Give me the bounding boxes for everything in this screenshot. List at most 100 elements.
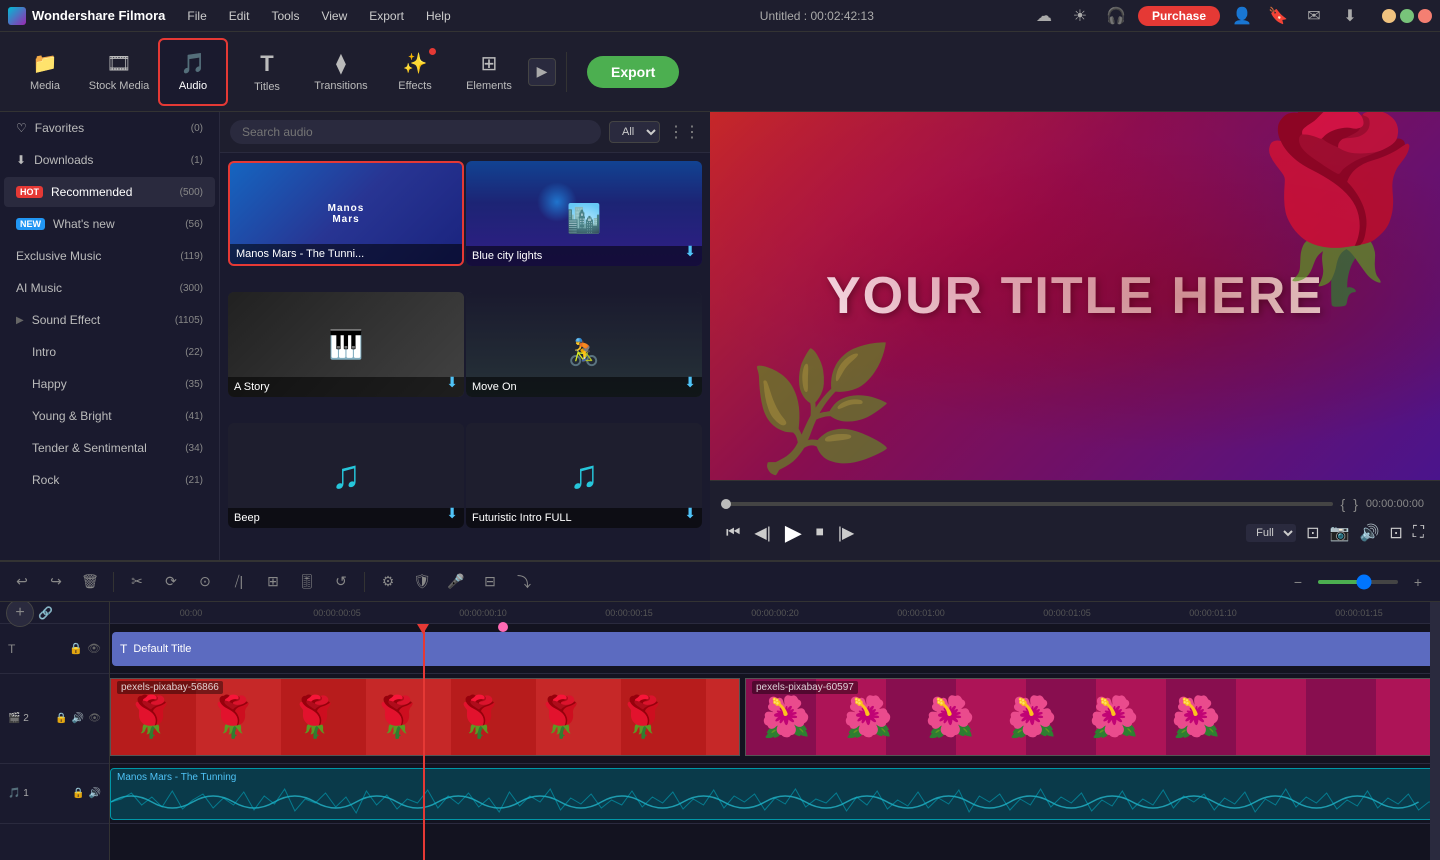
video-clip-1[interactable]: pexels-pixabay-56866 — [110, 678, 740, 756]
a1-mute[interactable]: 🔊 — [89, 788, 101, 799]
adjust-button[interactable]: ⊞ — [259, 568, 287, 596]
import-button[interactable]: ⤵ — [510, 568, 538, 596]
favorites-label: Favorites — [35, 121, 84, 135]
zoom-slider[interactable] — [1318, 580, 1398, 584]
zoom-out-button[interactable]: − — [1284, 568, 1312, 596]
futuristic-download-icon[interactable]: ⬇ — [684, 505, 696, 522]
toolbar-elements[interactable]: ⊞ Elements — [454, 38, 524, 106]
sun-icon[interactable]: ☀ — [1066, 2, 1094, 30]
toolbar-expand[interactable]: ▶ — [528, 58, 556, 86]
audio-card-move-on[interactable]: 🚴 Move On ⬇ — [466, 292, 702, 397]
filter-select[interactable]: All — [609, 121, 660, 143]
shield-button[interactable]: 🛡 — [408, 568, 436, 596]
toolbar-audio[interactable]: 🎵 Audio — [158, 38, 228, 106]
sidebar-item-youngbright[interactable]: Young & Bright (41) — [4, 401, 215, 431]
download-icon[interactable]: ⬇ — [1336, 2, 1364, 30]
frame-fwd-button[interactable]: |▶ — [838, 523, 854, 543]
video-clip-2[interactable]: pexels-pixabay-60597 — [745, 678, 1440, 756]
sidebar-item-exclusive[interactable]: Exclusive Music (119) — [4, 241, 215, 271]
export-button[interactable]: Export — [587, 56, 679, 88]
play-button[interactable]: ▶ — [785, 520, 802, 546]
audio-clip[interactable]: Manos Mars - The Tunning — [110, 768, 1440, 820]
bookmark-icon[interactable]: 🔖 — [1264, 2, 1292, 30]
menu-help[interactable]: Help — [416, 5, 461, 27]
shrink-icon[interactable]: ⊡ — [1389, 523, 1402, 543]
sidebar-item-favorites[interactable]: ♡ Favorites (0) — [4, 113, 215, 143]
toolbar-stock-media[interactable]: 🎞 Stock Media — [84, 38, 154, 106]
delete-button[interactable]: 🗑 — [76, 568, 104, 596]
audio-card-beep[interactable]: ♫ Beep ⬇ — [228, 423, 464, 528]
bracket-left[interactable]: { — [1341, 496, 1346, 512]
move-on-download-icon[interactable]: ⬇ — [684, 374, 696, 391]
maximize-button[interactable] — [1400, 9, 1414, 23]
multitrack-button[interactable]: ⊟ — [476, 568, 504, 596]
split-button[interactable]: ⧸| — [225, 568, 253, 596]
toolbar-transitions[interactable]: ⧫ Transitions — [306, 38, 376, 106]
sidebar-item-happy[interactable]: Happy (35) — [4, 369, 215, 399]
menu-file[interactable]: File — [177, 5, 216, 27]
beep-download-icon[interactable]: ⬇ — [446, 505, 458, 522]
toolbar-effects[interactable]: ✨ Effects — [380, 38, 450, 106]
volume-icon[interactable]: 🔊 — [1359, 523, 1379, 543]
frame-back-button[interactable]: ◀| — [754, 523, 770, 543]
settings-button[interactable]: ⚙ — [374, 568, 402, 596]
audio-card-manos[interactable]: Manos Mars Manos Mars - The Tunni... — [228, 161, 464, 266]
speed-button[interactable]: ⟳ — [157, 568, 185, 596]
audio-track-type: 🎵 1 — [8, 788, 29, 799]
sidebar-item-soundeffect[interactable]: ▶ Sound Effect (1105) — [4, 305, 215, 335]
minimize-button[interactable] — [1382, 9, 1396, 23]
blue-city-download-icon[interactable]: ⬇ — [684, 243, 696, 260]
zoom-in-button[interactable]: + — [1404, 568, 1432, 596]
trim-button[interactable]: ⊙ — [191, 568, 219, 596]
sidebar-item-rock[interactable]: Rock (21) — [4, 465, 215, 495]
menu-edit[interactable]: Edit — [219, 5, 260, 27]
crop-icon[interactable]: ⊡ — [1306, 523, 1319, 543]
timeline-scroll-handle[interactable] — [1430, 602, 1440, 860]
toolbar-titles[interactable]: T Titles — [232, 38, 302, 106]
skip-back-button[interactable]: ⏮ — [726, 524, 740, 542]
menu-tools[interactable]: Tools — [261, 5, 309, 27]
user-icon[interactable]: 👤 — [1228, 2, 1256, 30]
sidebar-item-whatsnew[interactable]: NEW What's new (56) — [4, 209, 215, 239]
bracket-right[interactable]: } — [1353, 496, 1358, 512]
audio-mix-button[interactable]: 🎚 — [293, 568, 321, 596]
redo-button[interactable]: ↪ — [42, 568, 70, 596]
a1-lock[interactable]: 🔒 — [72, 788, 84, 799]
grid-icon[interactable]: ⋮⋮ — [668, 122, 700, 142]
progress-bar[interactable] — [726, 502, 1333, 506]
toolbar-media[interactable]: 📁 Media — [10, 38, 80, 106]
cut-button[interactable]: ✂ — [123, 568, 151, 596]
title-track-lock[interactable]: 🔒 — [69, 642, 83, 655]
message-icon[interactable]: ✉ — [1300, 2, 1328, 30]
v1-mute[interactable]: 🔊 — [72, 713, 84, 724]
search-input[interactable] — [230, 120, 601, 144]
quality-select[interactable]: Full 1/2 1/4 — [1246, 524, 1296, 542]
replay-button[interactable]: ↺ — [327, 568, 355, 596]
headset-icon[interactable]: 🎧 — [1102, 2, 1130, 30]
close-button[interactable] — [1418, 9, 1432, 23]
sidebar-item-intro[interactable]: Intro (22) — [4, 337, 215, 367]
mic-button[interactable]: 🎤 — [442, 568, 470, 596]
cloud-icon[interactable]: ☁ — [1030, 2, 1058, 30]
snapshot-icon[interactable]: 📷 — [1330, 523, 1350, 543]
sidebar-item-recommended[interactable]: HOT Recommended (500) — [4, 177, 215, 207]
audio-card-blue-city[interactable]: 🏙️ Blue city lights ⬇ — [466, 161, 702, 266]
audio-card-a-story[interactable]: 🎹 A Story ⬇ — [228, 292, 464, 397]
undo-button[interactable]: ↩ — [8, 568, 36, 596]
title-clip[interactable]: T Default Title — [112, 632, 1438, 666]
menu-view[interactable]: View — [311, 5, 357, 27]
audio-card-futuristic[interactable]: ♫ Futuristic Intro FULL ⬇ — [466, 423, 702, 528]
purchase-button[interactable]: Purchase — [1138, 6, 1220, 26]
menu-export[interactable]: Export — [359, 5, 414, 27]
sidebar-item-tendersenti[interactable]: Tender & Sentimental (34) — [4, 433, 215, 463]
fullscreen-icon[interactable]: ⛶ — [1413, 524, 1424, 542]
stop-button[interactable]: ⏹ — [816, 524, 824, 542]
a-story-download-icon[interactable]: ⬇ — [446, 374, 458, 391]
title-track-eye[interactable]: 👁 — [87, 642, 101, 655]
add-track-button[interactable]: + — [6, 602, 34, 627]
sidebar-item-aimusic[interactable]: AI Music (300) — [4, 273, 215, 303]
v1-lock[interactable]: 🔒 — [55, 713, 67, 724]
link-icon[interactable]: 🔗 — [38, 606, 53, 620]
v1-eye[interactable]: 👁 — [88, 713, 101, 724]
sidebar-item-downloads[interactable]: ⬇ Downloads (1) — [4, 145, 215, 175]
